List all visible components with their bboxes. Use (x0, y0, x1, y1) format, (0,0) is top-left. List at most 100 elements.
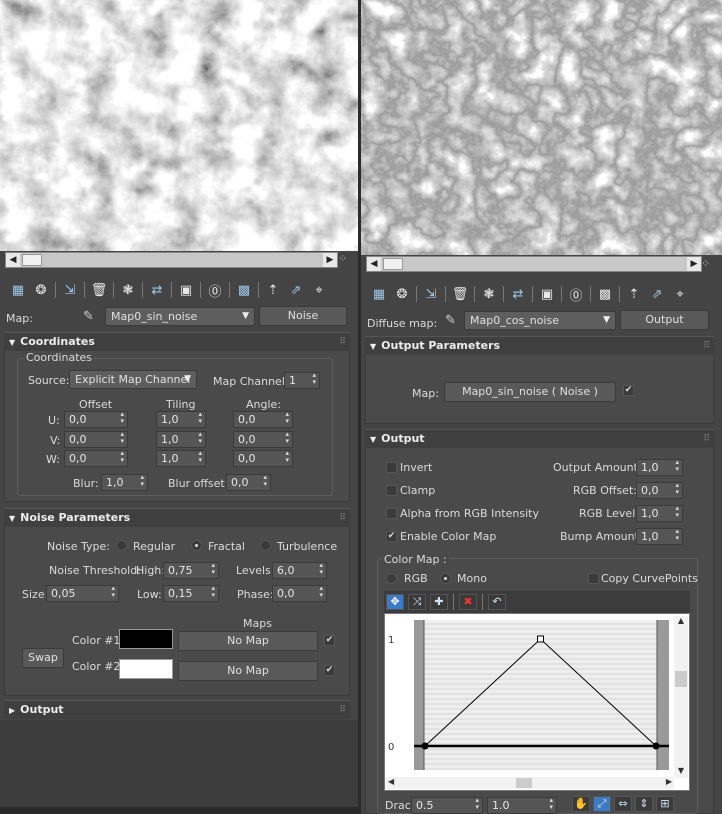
zoom-extents-icon[interactable]: ⤢ (593, 796, 611, 812)
preview-horizontal-scrollbar[interactable]: ◀ ▶ (366, 256, 702, 272)
source-dropdown[interactable]: Explicit Map Channel ▼ (69, 370, 197, 389)
zoom-horizontal-icon[interactable]: ⇔ (614, 796, 632, 812)
map-type-button[interactable]: Output (620, 310, 709, 330)
curve-point[interactable] (421, 742, 429, 750)
pin-icon[interactable]: ⁘ (701, 257, 710, 270)
map-type-button[interactable]: Noise (259, 306, 347, 326)
w-angle-spinner[interactable]: 0,0 (233, 450, 293, 467)
w-tiling-spinner[interactable]: 1,0 (156, 450, 206, 467)
scroll-left-arrow-icon[interactable]: ◀ (388, 777, 394, 786)
go-to-parent-icon[interactable]: ⇡ (624, 284, 644, 304)
scroll-left-arrow-icon[interactable]: ◀ (6, 253, 20, 267)
bump-amount-spinner[interactable]: 1,0 (636, 528, 683, 545)
regular-radio[interactable] (116, 540, 127, 551)
v-angle-spinner[interactable]: 0,0 (233, 431, 293, 448)
scroll-thumb[interactable] (383, 258, 403, 270)
assign-material-icon[interactable]: ⇲ (60, 280, 80, 300)
mono-radio[interactable] (440, 573, 451, 584)
curve-x-value[interactable]: 0.5 (411, 797, 483, 814)
fractal-radio[interactable] (191, 540, 202, 551)
zoom-vertical-icon[interactable]: ⇕ (635, 796, 653, 812)
rgb-level-spinner[interactable]: 1,0 (636, 505, 683, 522)
u-offset-spinner[interactable]: 0,0 (64, 411, 128, 428)
output-map-button[interactable]: Map0_sin_noise ( Noise ) (444, 382, 616, 402)
put-to-library-icon[interactable]: ⇄ (147, 280, 167, 300)
noise-parameters-rollout-header[interactable]: ▼ Noise Parameters ⠿ (4, 508, 350, 527)
curve-graph[interactable]: 1 0 ▲ ▼ ◀ ▶ (384, 613, 690, 791)
map-name-dropdown[interactable]: Map0_sin_noise ▼ (105, 307, 255, 326)
save-icon[interactable]: ▣ (537, 284, 557, 304)
v-tiling-spinner[interactable]: 1,0 (156, 431, 206, 448)
go-to-parent-icon[interactable]: ⇡ (263, 280, 283, 300)
delete-point-icon[interactable]: ✖ (459, 594, 477, 610)
rgb-radio[interactable] (386, 573, 397, 584)
preview-horizontal-scrollbar[interactable]: ◀ ▶ (5, 252, 338, 268)
u-angle-spinner[interactable]: 0,0 (233, 411, 293, 428)
vertical-scroll-thumb[interactable] (675, 671, 687, 687)
rgb-offset-spinner[interactable]: 0,0 (636, 482, 683, 499)
show-in-viewport-icon[interactable]: ▩ (234, 280, 254, 300)
delete-icon[interactable]: 🗑 (89, 280, 109, 300)
scale-point-icon[interactable]: ⤨ (408, 594, 426, 610)
curve-canvas[interactable]: 1 0 (385, 614, 675, 776)
curve-point[interactable] (537, 635, 544, 643)
curve-vertical-scrollbar[interactable]: ▲ ▼ (674, 616, 688, 778)
map-name-dropdown[interactable]: Map0_cos_noise ▼ (464, 311, 616, 330)
w-offset-spinner[interactable]: 0,0 (64, 450, 128, 467)
clamp-checkbox[interactable] (386, 485, 397, 496)
pick-material-icon[interactable]: ⌖ (309, 280, 329, 300)
material-id-icon[interactable]: ⓪ (566, 284, 586, 304)
horizontal-scroll-thumb[interactable] (516, 778, 532, 788)
blur-offset-spinner[interactable]: 0,0 (226, 474, 271, 491)
blur-spinner[interactable]: 1,0 (101, 474, 148, 491)
size-spinner[interactable]: 0,05 (46, 585, 119, 602)
put-to-scene-icon[interactable]: ❂ (31, 280, 51, 300)
go-forward-icon[interactable]: ⇗ (647, 284, 667, 304)
high-spinner[interactable]: 0,75 (163, 562, 219, 579)
eyedropper-icon[interactable]: ✎ (445, 313, 456, 328)
color1-swatch[interactable] (119, 629, 173, 649)
insert-point-icon[interactable]: ✚ (430, 594, 448, 610)
scroll-down-arrow-icon[interactable]: ▼ (674, 766, 688, 778)
u-tiling-spinner[interactable]: 1,0 (156, 411, 206, 428)
put-to-scene-icon[interactable]: ❂ (392, 284, 412, 304)
curve-horizontal-scrollbar[interactable]: ◀ ▶ (386, 777, 674, 789)
alpha-from-rgb-checkbox[interactable] (386, 508, 397, 519)
swap-button[interactable]: Swap (22, 648, 64, 668)
scroll-up-arrow-icon[interactable]: ▲ (674, 616, 688, 628)
levels-spinner[interactable]: 6,0 (272, 562, 327, 579)
scroll-left-arrow-icon[interactable]: ◀ (367, 257, 381, 271)
put-to-library-icon[interactable]: ⇄ (508, 284, 528, 304)
color2-swatch[interactable] (119, 659, 173, 679)
assign-material-icon[interactable]: ⇲ (421, 284, 441, 304)
v-offset-spinner[interactable]: 0,0 (64, 431, 128, 448)
pin-icon[interactable]: ⁘ (338, 252, 347, 265)
save-icon[interactable]: ▣ (176, 280, 196, 300)
pan-hand-icon[interactable]: ✋ (572, 796, 590, 812)
curve-y-value[interactable]: 1.0 (487, 797, 557, 814)
scroll-right-arrow-icon[interactable]: ▶ (687, 257, 701, 271)
output-rollout-header[interactable]: ▼ Output ⠿ (365, 429, 714, 448)
get-material-icon[interactable]: ▦ (8, 280, 28, 300)
color1-map-button[interactable]: No Map (178, 631, 318, 651)
output-parameters-rollout-header[interactable]: ▼ Output Parameters ⠿ (365, 336, 714, 355)
output-map-checkbox[interactable]: ✔ (623, 385, 634, 396)
turbulence-radio[interactable] (260, 540, 271, 551)
get-material-icon[interactable]: ▦ (369, 284, 389, 304)
curve-point[interactable] (652, 742, 660, 750)
reset-curve-icon[interactable]: ↶ (488, 594, 506, 610)
show-in-viewport-icon[interactable]: ▩ (595, 284, 615, 304)
zoom-region-icon[interactable]: ⊞ (656, 796, 674, 812)
color1-map-checkbox[interactable]: ✔ (324, 635, 335, 646)
invert-checkbox[interactable] (386, 462, 397, 473)
scroll-right-arrow-icon[interactable]: ▶ (666, 777, 672, 786)
eyedropper-icon[interactable]: ✎ (83, 309, 94, 324)
map-channel-spinner[interactable]: 1 (284, 372, 320, 389)
delete-icon[interactable]: 🗑 (450, 284, 470, 304)
enable-color-map-checkbox[interactable]: ✔ (386, 531, 397, 542)
make-unique-icon[interactable]: ❃ (118, 280, 138, 300)
output-rollout-header[interactable]: ▶ Output ⠿ (4, 700, 350, 719)
go-forward-icon[interactable]: ⇗ (286, 280, 306, 300)
move-point-icon[interactable]: ✥ (386, 594, 404, 610)
output-amount-spinner[interactable]: 1,0 (636, 459, 683, 476)
